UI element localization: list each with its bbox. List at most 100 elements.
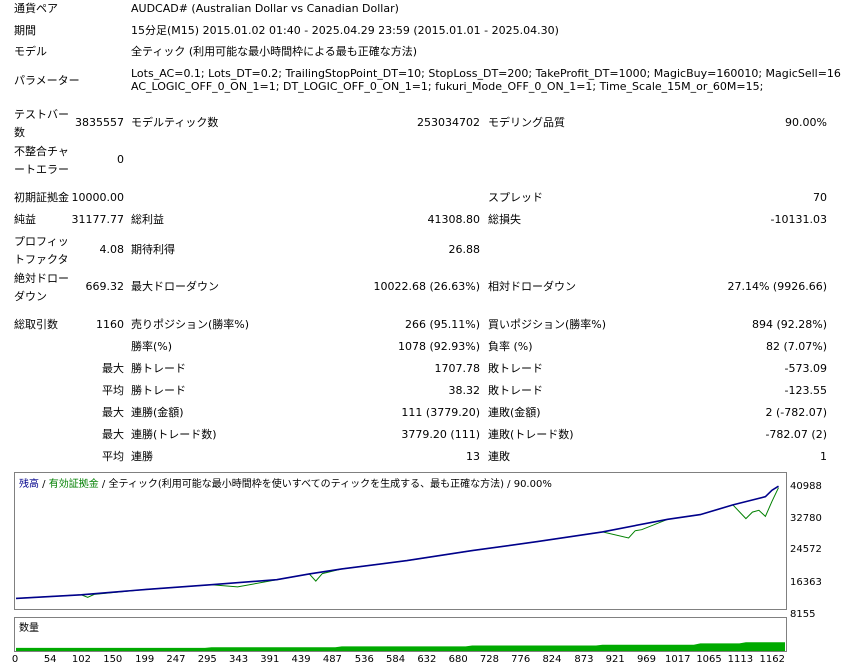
period-label: 期間	[14, 24, 36, 37]
x-tick-label: 295	[197, 654, 217, 665]
expected-label: 期待利得	[131, 243, 175, 256]
params-line2: AC_LOGIC_OFF_0_ON_1=1; DT_LOGIC_OFF_0_ON…	[131, 80, 764, 93]
y-tick-label: 32780	[790, 513, 822, 524]
trades-value: 1160	[96, 318, 124, 331]
short-value: 266 (95.11%)	[404, 318, 480, 331]
x-tick-label: 1065	[696, 654, 722, 665]
x-tick-label: 584	[386, 654, 406, 665]
loss-pct-label: 負率 (%)	[488, 340, 533, 353]
x-tick-label: 54	[43, 654, 57, 665]
symbol-value: AUDCAD# (Australian Dollar vs Canadian D…	[131, 2, 399, 15]
x-tick-label: 343	[228, 654, 249, 665]
x-axis: 0 54 102 150 199 247 295 343 391 439 487 536 584 632 6…	[0, 652, 841, 671]
max-cons-loss-value: -782.07 (2)	[765, 428, 827, 441]
pf-value: 4.08	[99, 243, 125, 256]
gross-profit-value: 41308.80	[427, 213, 481, 226]
x-tick-label: 921	[605, 654, 625, 665]
gross-loss-value: -10131.03	[770, 213, 827, 226]
x-tick-label: 632	[417, 654, 437, 665]
max-dd-value: 10022.68 (26.63%)	[373, 280, 480, 293]
spread-value: 70	[813, 191, 827, 204]
max-cons-loss-label: 連敗(トレード数)	[488, 428, 574, 441]
rel-dd-label: 相対ドローダウン	[488, 280, 576, 293]
x-tick-label: 1113	[727, 654, 754, 665]
backtest-report: 通貨ペア AUDCAD# (Australian Dollar vs Canad…	[0, 0, 841, 470]
max-dd-label: 最大ドローダウン	[131, 280, 219, 293]
volume-chart: 数量	[14, 617, 787, 652]
x-tick-label: 391	[260, 654, 280, 665]
win-pct-value: 1078 (92.93%)	[397, 340, 480, 353]
legend-equity: 有効証拠金	[48, 479, 99, 490]
net-label: 純益	[14, 213, 36, 226]
mismatch-value: 0	[117, 153, 124, 166]
avg-loss-label: 敗トレード	[488, 384, 543, 397]
x-tick-label: 439	[291, 654, 311, 665]
legend-balance: 残高	[19, 479, 39, 490]
gross-loss-label: 総損失	[488, 213, 521, 226]
quality-value: 90.00%	[785, 116, 827, 129]
max-cons-count-prefix: 最大	[102, 428, 124, 441]
loss-pct-value: 82 (7.07%)	[765, 340, 827, 353]
volume-area	[16, 642, 785, 651]
max-cons-profit-label: 連勝(トレード数)	[131, 428, 217, 441]
ticks-value: 253034702	[417, 116, 480, 129]
model-value: 全ティック (利用可能な最小時間枠による最も正確な方法)	[131, 45, 418, 58]
net-value: 31177.77	[71, 213, 125, 226]
x-tick-label: 728	[479, 654, 499, 665]
avg-cons-losses-value: 1	[820, 450, 827, 463]
avg-cons-wins-label: 連勝	[131, 450, 153, 463]
period-value: 15分足(M15) 2015.01.02 01:40 - 2025.04.29 …	[131, 24, 559, 37]
balance-line	[15, 485, 779, 600]
y-tick-label: 40988	[790, 481, 822, 492]
max-cons-losses-label: 連敗(金額)	[488, 406, 541, 419]
y-axis: 40988 32780 24572 16363 8155	[786, 472, 841, 620]
x-tick-label: 487	[322, 654, 342, 665]
max-cons-wins-value: 111 (3779.20)	[401, 406, 480, 419]
ticks-label: モデルティック数	[131, 116, 219, 129]
legend-quality: / 90.00%	[503, 479, 552, 490]
legend-separator: /	[39, 479, 49, 490]
expected-value: 26.88	[448, 243, 481, 256]
params-label: パラメーター	[14, 74, 80, 87]
quality-label: モデリング品質	[488, 116, 565, 129]
volume-plot	[16, 642, 785, 651]
params-line1: Lots_AC=0.1; Lots_DT=0.2; TrailingStopPo…	[131, 67, 841, 80]
equity-line	[15, 487, 779, 599]
largest-loss-value: -573.09	[784, 362, 827, 375]
legend-model: 全ティック(利用可能な最小時間枠を使いすべてのティックを生成する、最も正確な方法…	[108, 479, 504, 490]
long-value: 894 (92.28%)	[751, 318, 827, 331]
chart-legend: 残高 / 有効証拠金 / 全ティック(利用可能な最小時間枠を使いすべてのティック…	[19, 475, 552, 490]
avg-loss-value: -123.55	[784, 384, 827, 397]
x-tick-label: 247	[166, 654, 186, 665]
spread-label: スプレッド	[488, 191, 543, 204]
balance-chart: 残高 / 有効証拠金 / 全ティック(利用可能な最小時間枠を使いすべてのティック…	[14, 472, 787, 610]
x-tick-label: 536	[354, 654, 374, 665]
x-tick-label: 102	[71, 654, 92, 665]
x-tick-label: 1162	[759, 654, 785, 665]
largest-prefix: 最大	[102, 362, 124, 375]
avg-cons-losses-label: 連敗	[488, 450, 510, 463]
x-tick-label: 776	[511, 654, 531, 665]
short-label: 売りポジション(勝率%)	[131, 318, 250, 331]
avg-cons-prefix: 平均	[102, 450, 124, 463]
x-tick-label: 873	[574, 654, 594, 665]
legend-separator: /	[98, 479, 109, 490]
max-cons-prefix: 最大	[102, 406, 124, 419]
largest-win-value: 1707.78	[434, 362, 481, 375]
avg-win-value: 38.32	[448, 384, 481, 397]
deposit-value: 10000.00	[71, 191, 125, 204]
max-cons-profit-value: 3779.20 (111)	[401, 428, 480, 441]
max-cons-losses-value: 2 (-782.07)	[765, 406, 827, 419]
max-cons-wins-label: 連勝(金額)	[131, 406, 184, 419]
average-prefix: 平均	[102, 384, 124, 397]
x-tick-label: 1017	[665, 654, 691, 665]
gross-profit-label: 総利益	[131, 213, 164, 226]
avg-cons-wins-value: 13	[466, 450, 480, 463]
x-tick-label: 969	[636, 654, 657, 665]
bars-value: 3835557	[75, 116, 124, 129]
symbol-label: 通貨ペア	[14, 2, 58, 15]
x-tick-label: 680	[448, 654, 468, 665]
balance-chart-plot	[15, 485, 779, 600]
y-tick-label: 16363	[790, 577, 822, 588]
model-label: モデル	[14, 45, 47, 58]
